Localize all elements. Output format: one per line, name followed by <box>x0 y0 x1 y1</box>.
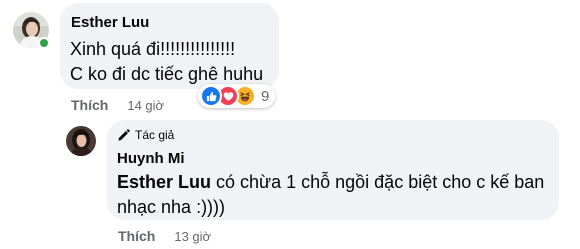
reply-like-button[interactable]: Thích <box>118 228 155 244</box>
comment: Esther Luu Xinh quá đi!!!!!!!!!!!!!!! C … <box>0 0 580 118</box>
like-icon <box>200 85 222 107</box>
comment-text-line-2: C ko đi dc tiếc ghê huhu <box>70 64 264 84</box>
reply-comment: Tác giả Huynh Mi Esther Luu có chừa 1 ch… <box>0 118 580 249</box>
reply-timestamp[interactable]: 13 giờ <box>174 229 211 244</box>
reply-author-name[interactable]: Huynh Mi <box>117 150 185 167</box>
author-badge: Tác giả <box>117 128 174 142</box>
reply-avatar[interactable] <box>66 126 96 156</box>
reply-actions: Thích 13 giờ <box>118 227 211 245</box>
comment-text-line-1: Xinh quá đi!!!!!!!!!!!!!!! <box>70 39 236 59</box>
comment-author-name[interactable]: Esther Luu <box>71 14 149 31</box>
comment-actions: Thích 14 giờ <box>71 96 164 114</box>
reaction-count: 9 <box>261 87 270 105</box>
comment-bubble: Esther Luu Xinh quá đi!!!!!!!!!!!!!!! C … <box>60 3 279 89</box>
profile-photo <box>66 126 96 156</box>
author-badge-label: Tác giả <box>135 128 175 142</box>
mention-link[interactable]: Esther Luu <box>117 172 211 192</box>
pen-icon <box>118 128 130 141</box>
comment-timestamp[interactable]: 14 giờ <box>127 98 164 113</box>
like-button[interactable]: Thích <box>71 97 108 113</box>
reaction-summary[interactable]: 9 <box>198 84 276 108</box>
reply-text: Esther Luu có chừa 1 chỗ ngồi đặc biệt c… <box>117 170 553 220</box>
reply-bubble: Tác giả Huynh Mi Esther Luu có chừa 1 ch… <box>107 120 559 220</box>
online-status-indicator <box>38 37 50 49</box>
